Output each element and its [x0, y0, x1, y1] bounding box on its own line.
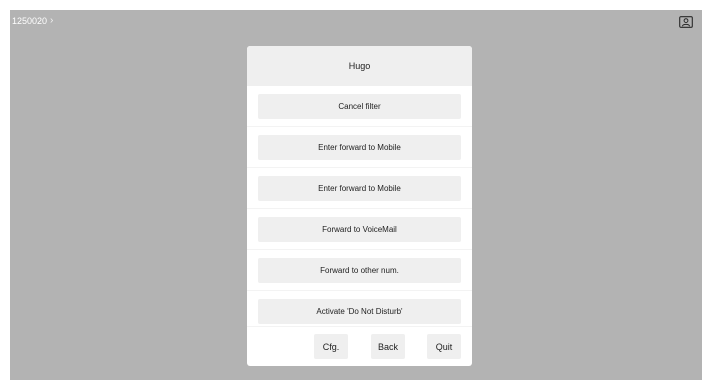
- forward-voicemail-button[interactable]: Forward to VoiceMail: [258, 216, 461, 242]
- list-item: Cancel filter: [247, 86, 472, 126]
- quit-button[interactable]: Quit: [427, 334, 461, 359]
- menu-list: Cancel filter Enter forward to Mobile En…: [247, 86, 472, 331]
- cfg-button[interactable]: Cfg.: [314, 334, 348, 359]
- contact-card-icon[interactable]: [679, 16, 693, 28]
- line-number: 1250020: [12, 15, 48, 26]
- phone-screen: 1250020 › Hugo Cancel filter Enter forwa…: [10, 10, 702, 380]
- back-button[interactable]: Back: [371, 334, 405, 359]
- list-item: Enter forward to Mobile: [247, 126, 472, 167]
- top-bar: 1250020 ›: [10, 10, 702, 34]
- list-item: Forward to other num.: [247, 249, 472, 290]
- list-item: Enter forward to Mobile: [247, 167, 472, 208]
- list-item: Forward to VoiceMail: [247, 208, 472, 249]
- breadcrumb[interactable]: 1250020 ›: [12, 15, 53, 26]
- enter-forward-mobile-button[interactable]: Enter forward to Mobile: [258, 134, 461, 160]
- chevron-right-icon: ›: [50, 15, 54, 26]
- enter-forward-mobile-button-2[interactable]: Enter forward to Mobile: [258, 175, 461, 201]
- forward-other-number-button[interactable]: Forward to other num.: [258, 257, 461, 283]
- cancel-filter-button[interactable]: Cancel filter: [258, 93, 461, 119]
- softkey-bar: Cfg. Back Quit: [247, 326, 472, 366]
- activate-dnd-button[interactable]: Activate 'Do Not Disturb': [258, 298, 461, 324]
- dialog-title: Hugo: [247, 46, 472, 86]
- list-item: Activate 'Do Not Disturb': [247, 290, 472, 331]
- forward-options-dialog: Hugo Cancel filter Enter forward to Mobi…: [247, 46, 472, 366]
